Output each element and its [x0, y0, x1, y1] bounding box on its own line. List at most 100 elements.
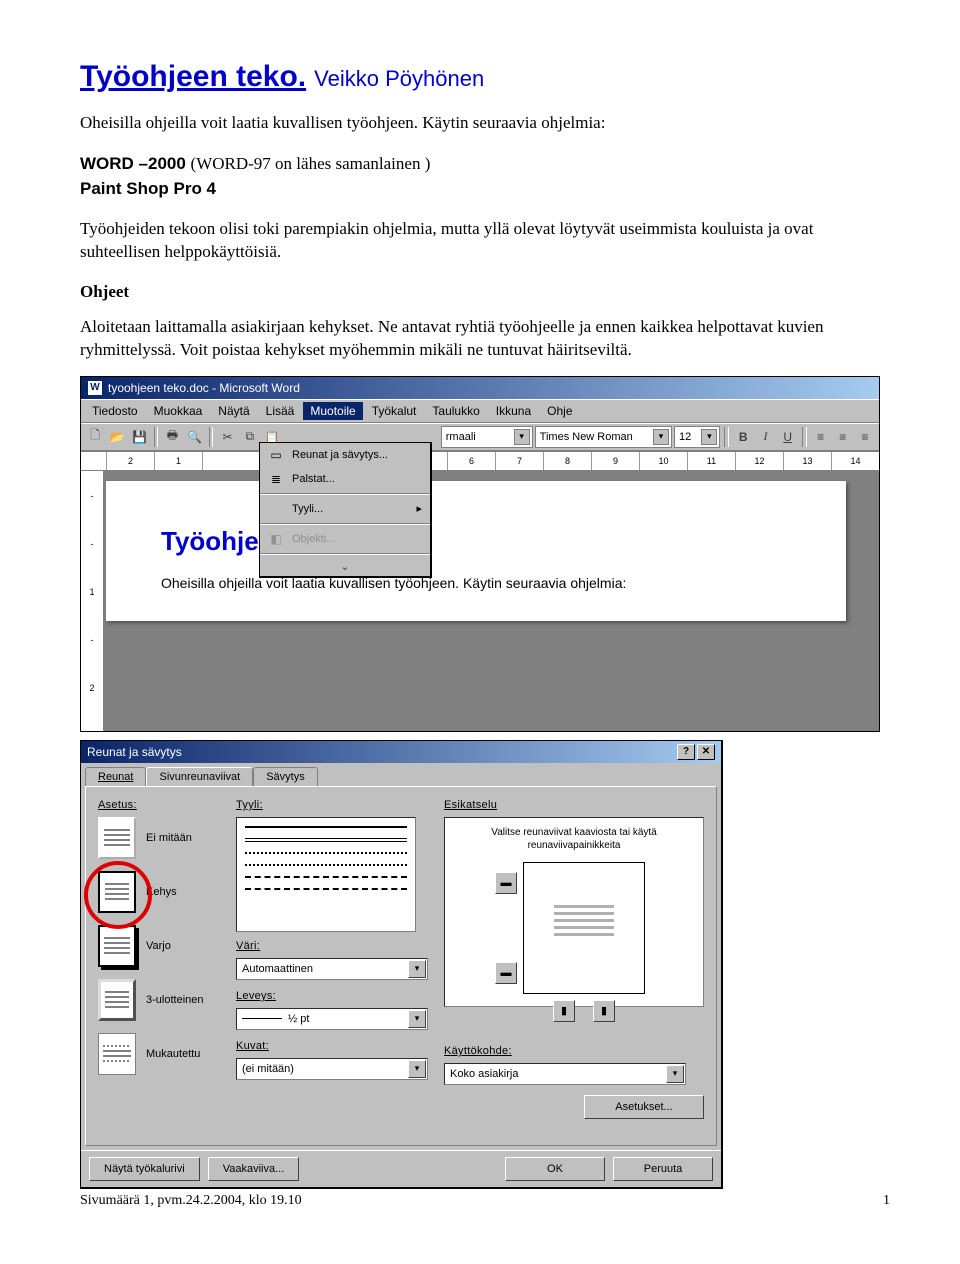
- word-menubar: Tiedosto Muokkaa Näytä Lisää Muotoile Ty…: [81, 399, 879, 423]
- ok-button[interactable]: OK: [505, 1157, 605, 1181]
- dropdown-divider: [260, 523, 430, 525]
- esikatselu-label: Esikatselu: [444, 799, 704, 811]
- word-doc-area: --1-2 Työohjeen teko Oheisilla ohjeilla …: [81, 471, 879, 731]
- vari-label: Väri:: [236, 940, 426, 952]
- save-icon[interactable]: 💾: [129, 426, 149, 448]
- tyyli-listbox[interactable]: [236, 817, 416, 932]
- dropdown-objekti: ◧Objekti...: [260, 527, 430, 551]
- word-title-text: tyoohjeen teko.doc - Microsoft Word: [108, 381, 300, 395]
- align-center-icon[interactable]: ≡: [833, 426, 853, 448]
- separator: [802, 427, 807, 447]
- dialog-title-text: Reunat ja sävytys: [87, 745, 182, 759]
- help-icon[interactable]: ?: [677, 744, 695, 760]
- asetus-varjo[interactable]: Varjo: [98, 925, 218, 967]
- vertical-ruler: --1-2: [81, 471, 104, 731]
- menu-tiedosto[interactable]: Tiedosto: [85, 402, 145, 420]
- body-para-1: Työohjeiden tekoon olisi toki parempiaki…: [80, 218, 890, 264]
- preview-message: Valitse reunaviivat kaaviosta tai käytä …: [453, 826, 695, 852]
- body-para-2: Aloitetaan laittamalla asiakirjaan kehyk…: [80, 316, 890, 362]
- align-left-icon[interactable]: ≡: [811, 426, 831, 448]
- horizontal-line-button[interactable]: Vaakaviiva...: [208, 1157, 300, 1181]
- cancel-button[interactable]: Peruuta: [613, 1157, 713, 1181]
- new-doc-icon[interactable]: 🗋: [85, 426, 105, 448]
- cut-icon[interactable]: ✂: [217, 426, 237, 448]
- underline-icon[interactable]: U: [778, 426, 798, 448]
- asetus-label: Asetus:: [98, 799, 218, 811]
- menu-lisaa[interactable]: Lisää: [259, 402, 302, 420]
- esikatselu-column: Esikatselu Valitse reunaviivat kaaviosta…: [444, 799, 704, 1119]
- menu-nayta[interactable]: Näytä: [211, 402, 256, 420]
- dropdown-palstat[interactable]: ≣Palstat...: [260, 467, 430, 491]
- asetus-mukautettu[interactable]: Mukautettu: [98, 1033, 218, 1075]
- asetus-column: Asetus: Ei mitään Kehys Varjo: [98, 799, 218, 1119]
- columns-icon: ≣: [268, 471, 284, 487]
- dropdown-divider: [260, 493, 430, 495]
- word-icon: W: [87, 380, 103, 396]
- dropdown-expand-icon[interactable]: ⌄: [260, 557, 430, 576]
- show-toolbar-button[interactable]: Näytä työkalurivi: [89, 1157, 200, 1181]
- vari-dropdown[interactable]: Automaattinen: [236, 958, 428, 980]
- dialog-titlebar: Reunat ja sävytys ? ✕: [81, 741, 721, 763]
- borders-icon: ▭: [268, 447, 284, 463]
- leveys-dropdown[interactable]: ½ pt: [236, 1008, 428, 1030]
- preview-icon[interactable]: 🔍: [185, 426, 205, 448]
- footer-left: Sivumäärä 1, pvm.24.2.2004, klo 19.10: [80, 1193, 302, 1209]
- word-toolbar: 🗋 📂 💾 🖶 🔍 ✂ ⧉ 📋 ▭Reunat ja sävytys... ≣P…: [81, 423, 879, 451]
- edge-top-button[interactable]: ▬: [495, 872, 517, 894]
- word-window: W tyoohjeen teko.doc - Microsoft Word Ti…: [80, 376, 880, 732]
- tyyli-column: Tyyli: Väri: Automaattinen Leveys: ½ pt: [236, 799, 426, 1119]
- preview-box: Valitse reunaviivat kaaviosta tai käytä …: [444, 817, 704, 1007]
- word-titlebar: W tyoohjeen teko.doc - Microsoft Word: [81, 377, 879, 399]
- edge-right-button[interactable]: ▮: [593, 1000, 615, 1022]
- font-combo[interactable]: Times New Roman: [535, 426, 672, 448]
- tab-savytys[interactable]: Sävytys: [253, 767, 318, 786]
- tab-sivunreunaviivat[interactable]: Sivunreunaviivat: [146, 767, 253, 786]
- intro-paragraph: Oheisilla ohjeilla voit laatia kuvallise…: [80, 112, 890, 135]
- menu-ohje[interactable]: Ohje: [540, 402, 579, 420]
- page-footer: Sivumäärä 1, pvm.24.2.2004, klo 19.10 1: [80, 1193, 890, 1209]
- fontsize-combo[interactable]: 12: [674, 426, 720, 448]
- menu-taulukko[interactable]: Taulukko: [425, 402, 486, 420]
- align-right-icon[interactable]: ≡: [855, 426, 875, 448]
- footer-page-number: 1: [883, 1193, 890, 1209]
- dropdown-tyyli[interactable]: Tyyli...: [260, 497, 430, 521]
- asetus-3d[interactable]: 3-ulotteinen: [98, 979, 218, 1021]
- copy-icon[interactable]: ⧉: [240, 426, 260, 448]
- edge-left-button[interactable]: ▮: [553, 1000, 575, 1022]
- separator: [209, 427, 214, 447]
- open-icon[interactable]: 📂: [107, 426, 127, 448]
- italic-icon[interactable]: I: [755, 426, 775, 448]
- doc-paragraph: Oheisilla ohjeilla voit laatia kuvallise…: [161, 575, 791, 591]
- tyyli-label: Tyyli:: [236, 799, 426, 811]
- dialog-tabs: Reunat Sivunreunaviivat Sävytys: [81, 763, 721, 786]
- horizontal-ruler: 2 1 4 5 6 7 8 9 10 11 12 13 14: [81, 451, 879, 471]
- menu-tyokalut[interactable]: Työkalut: [365, 402, 424, 420]
- menu-muokkaa[interactable]: Muokkaa: [147, 402, 210, 420]
- kohde-label: Käyttökohde:: [444, 1045, 704, 1057]
- section-heading-ohjeet: Ohjeet: [80, 282, 890, 302]
- asetukset-button[interactable]: Asetukset...: [584, 1095, 704, 1119]
- asetus-kehys[interactable]: Kehys: [98, 871, 218, 913]
- bold-icon[interactable]: B: [733, 426, 753, 448]
- close-icon[interactable]: ✕: [697, 744, 715, 760]
- object-icon: ◧: [268, 531, 284, 547]
- kuvat-label: Kuvat:: [236, 1040, 426, 1052]
- print-icon[interactable]: 🖶: [162, 426, 182, 448]
- dropdown-reunat[interactable]: ▭Reunat ja sävytys...: [260, 443, 430, 467]
- menu-muotoile[interactable]: Muotoile: [303, 402, 362, 420]
- program-word: WORD –2000: [80, 154, 191, 173]
- title-main: Työohjeen teko.: [80, 60, 306, 93]
- style-combo[interactable]: rmaali: [441, 426, 533, 448]
- tab-reunat[interactable]: Reunat: [85, 767, 146, 786]
- menu-ikkuna[interactable]: Ikkuna: [489, 402, 538, 420]
- dialog-footer: Näytä työkalurivi Vaakaviiva... OK Peruu…: [81, 1150, 721, 1187]
- asetus-ei-mitaan[interactable]: Ei mitään: [98, 817, 218, 859]
- dropdown-divider: [260, 553, 430, 555]
- kuvat-dropdown[interactable]: (ei mitään): [236, 1058, 428, 1080]
- preview-page: [523, 862, 645, 994]
- leveys-label: Leveys:: [236, 990, 426, 1002]
- page-title: Työohjeen teko. Veikko Pöyhönen: [80, 60, 890, 94]
- title-author: Veikko Pöyhönen: [314, 66, 484, 91]
- kohde-dropdown[interactable]: Koko asiakirja: [444, 1063, 686, 1085]
- edge-bottom-button[interactable]: ▬: [495, 962, 517, 984]
